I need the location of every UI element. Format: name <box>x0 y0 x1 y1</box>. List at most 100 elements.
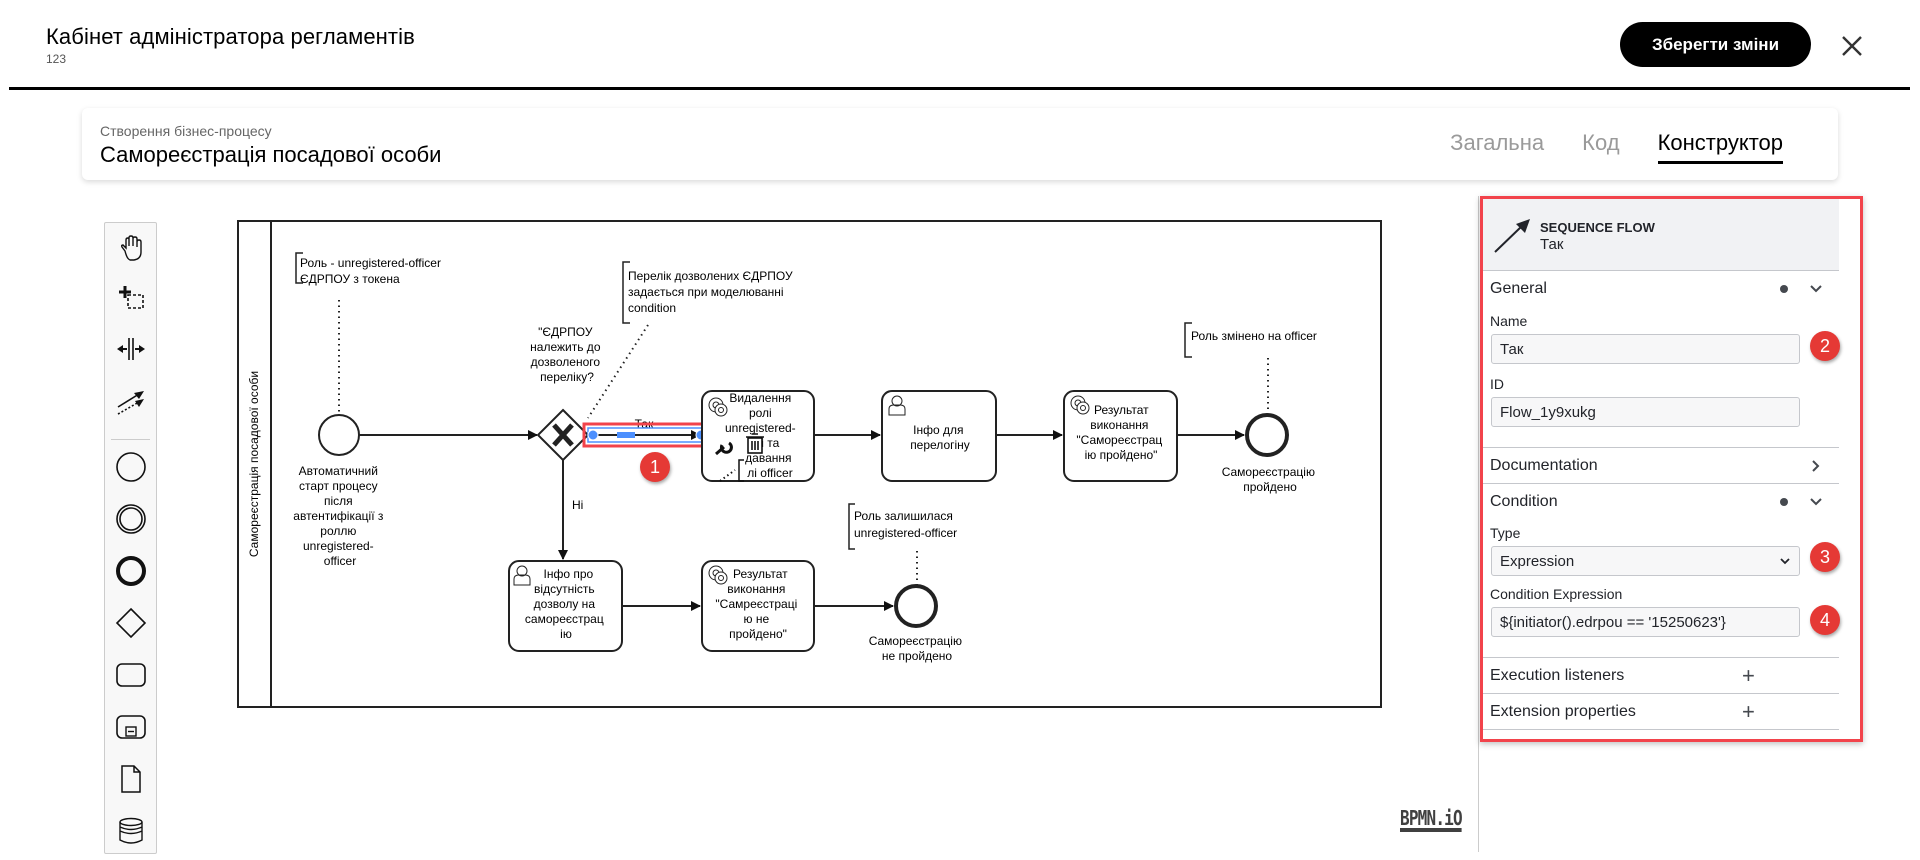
close-button[interactable] <box>1838 32 1866 60</box>
annotation-allowed-list[interactable]: Перелік дозволених ЄДРПОУ задається при м… <box>622 261 793 324</box>
add-execution-listener-button[interactable]: + <box>1742 663 1755 689</box>
annotation-badge-3: 3 <box>1810 542 1840 572</box>
group-condition-title: Condition <box>1490 493 1558 510</box>
group-condition-header[interactable]: Condition <box>1490 485 1839 519</box>
end-success-label: Самореєстрацію пройдено <box>1222 465 1319 494</box>
condition-expression-input[interactable] <box>1491 607 1800 637</box>
task-result-success[interactable]: Результат виконання "Самореєстрац ію про… <box>1063 390 1178 482</box>
start-event[interactable] <box>318 414 360 456</box>
name-label: Name <box>1490 313 1528 329</box>
divider <box>1482 657 1839 658</box>
end-event-tool[interactable] <box>105 549 156 593</box>
task-info-no-permission[interactable]: Інфо про відсутність дозволу на самореєс… <box>508 560 623 652</box>
data-object-tool[interactable] <box>105 757 156 801</box>
process-card-subtitle: Створення бізнес-процесу <box>100 123 272 139</box>
lane-label: Самореєстрація посадової особи <box>247 371 261 557</box>
group-extension-properties-header[interactable]: Extension properties + <box>1490 695 1839 729</box>
tab-general[interactable]: Загальна <box>1450 130 1544 164</box>
svg-text:Роль змінено на officer: Роль змінено на officer <box>1191 329 1317 343</box>
end-event-success[interactable] <box>1245 413 1289 457</box>
group-documentation-title: Documentation <box>1490 457 1598 474</box>
gateway-tool[interactable] <box>105 601 156 645</box>
group-general-header[interactable]: General <box>1490 272 1839 306</box>
add-extension-property-button[interactable]: + <box>1742 699 1755 725</box>
svg-text:Перелік дозволених ЄДРПОУзадає: Перелік дозволених ЄДРПОУ задається при м… <box>628 269 793 315</box>
exclusive-gateway[interactable] <box>536 408 590 462</box>
process-title: Самореєстрація посадової особи <box>100 142 442 167</box>
annotation-badge-2: 2 <box>1810 331 1840 361</box>
annotation-role[interactable]: Роль - unregistered-officer ЄДРПОУ з токе… <box>295 252 441 286</box>
id-label: ID <box>1490 376 1504 392</box>
intermediate-event-tool[interactable] <box>105 497 156 541</box>
tab-constructor[interactable]: Конструктор <box>1657 130 1783 164</box>
process-card: Створення бізнес-процесу Самореєстрація … <box>82 108 1838 180</box>
element-name: Так <box>1540 236 1564 253</box>
end-event-icon <box>115 556 146 586</box>
sequence-flow-icon <box>1494 219 1530 253</box>
divider <box>1482 447 1839 448</box>
tab-code[interactable]: Код <box>1582 130 1619 164</box>
divider <box>1482 729 1839 730</box>
subprocess-icon <box>115 715 146 739</box>
subprocess-tool[interactable] <box>105 705 156 749</box>
flow-no-label: Ні <box>572 498 583 512</box>
name-input[interactable] <box>1491 334 1800 364</box>
end-fail-label: Самореєстрацію не пройдено <box>869 634 966 663</box>
annotation-unregistered[interactable]: Роль залишилася unregistered-officer <box>848 503 957 550</box>
palette-separator <box>111 439 150 440</box>
data-store-tool[interactable] <box>105 809 156 853</box>
task-info-relogin[interactable]: Інфо для перелогіну <box>881 390 997 482</box>
hand-tool[interactable] <box>105 227 156 271</box>
app-title: Кабінет адміністратора регламентів <box>46 24 415 49</box>
chevron-down-icon <box>1810 498 1822 506</box>
start-event-icon <box>115 452 146 482</box>
start-event-tool[interactable] <box>105 445 156 489</box>
data-object-icon <box>120 765 141 793</box>
flow-start-handle[interactable] <box>587 429 599 441</box>
close-icon <box>1842 36 1862 56</box>
condition-expression-label: Condition Expression <box>1490 586 1623 602</box>
properties-header: SEQUENCE FLOW Так <box>1482 198 1839 271</box>
header-divider <box>9 87 1910 90</box>
intermediate-event-icon <box>115 504 146 534</box>
tab-bar: Загальна Код Конструктор <box>1412 130 1783 164</box>
group-execution-listeners-title: Execution listeners <box>1490 667 1625 684</box>
trash-icon[interactable] <box>746 433 764 454</box>
end-event-fail[interactable] <box>894 584 938 628</box>
connect-icon <box>117 391 144 415</box>
annotation-officer[interactable]: Роль змінено на officer <box>1184 322 1317 358</box>
bpmn-canvas[interactable]: Самореєстрація посадової особи Роль - un… <box>180 200 1477 855</box>
task-result-fail[interactable]: Результат виконання "Самреєстраці ю не п… <box>701 560 815 652</box>
flow-segment-handle[interactable] <box>617 432 635 438</box>
chevron-down-icon <box>1810 285 1822 293</box>
gateway-icon <box>115 607 146 639</box>
save-changes-button[interactable]: Зберегти зміни <box>1620 22 1811 67</box>
type-select[interactable]: Expression <box>1491 546 1800 576</box>
group-documentation-header[interactable]: Documentation <box>1490 449 1839 483</box>
data-marker-dot <box>1780 498 1788 506</box>
space-tool[interactable] <box>105 327 156 371</box>
id-input[interactable] <box>1491 397 1800 427</box>
data-store-icon <box>118 817 143 844</box>
divider <box>1482 693 1839 694</box>
task-tool[interactable] <box>105 653 156 697</box>
group-extension-properties-title: Extension properties <box>1490 703 1636 720</box>
group-general-title: General <box>1490 280 1547 297</box>
group-execution-listeners-header[interactable]: Execution listeners + <box>1490 659 1839 693</box>
app-subtitle: 123 <box>46 52 67 66</box>
type-label: Type <box>1490 525 1521 541</box>
lasso-tool[interactable] <box>105 275 156 319</box>
bpmn-io-logo[interactable]: BPMN.iO <box>1400 808 1463 832</box>
global-connect-tool[interactable] <box>105 379 156 423</box>
bpmn-palette <box>104 222 157 854</box>
annotation-badge-1: 1 <box>640 452 670 482</box>
task-remove-role[interactable]: Видалення ролі unregistered- і та даванн… <box>701 390 815 482</box>
svg-text:Інфо для перелогіну: Інфо для перелогіну <box>910 423 970 452</box>
association-allowed-list <box>587 324 649 419</box>
divider <box>1482 483 1839 484</box>
svg-text:Роль - unregistered-officerЄДР: Роль - unregistered-officer ЄДРПОУ з токе… <box>300 256 441 286</box>
gateway-label: "ЄДРПОУ належить до дозволеного переліку… <box>530 325 604 384</box>
space-icon <box>116 338 145 360</box>
chevron-right-icon <box>1812 460 1820 472</box>
task-icon <box>115 663 146 687</box>
